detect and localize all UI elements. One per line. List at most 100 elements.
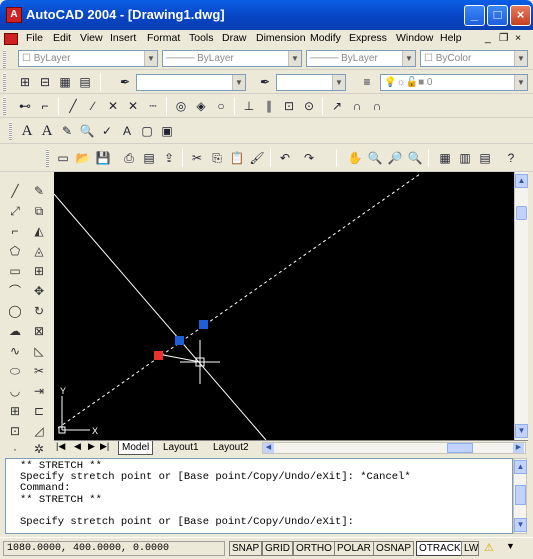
zoom-realtime-icon[interactable]: 🔍 [366,149,384,167]
scroll-up-icon[interactable]: ▲ [514,460,527,474]
selected-grip[interactable] [154,351,163,360]
vertical-scrollbar[interactable]: ▲ ▼ [514,172,528,440]
mtext-icon[interactable]: A [18,122,36,140]
snap-toggle[interactable]: SNAP [229,541,263,556]
toolbar-grip[interactable] [3,97,6,115]
snap-center-icon[interactable]: ◎ [172,97,190,115]
grip[interactable] [175,336,184,345]
text-style-icon[interactable]: ⊞ [16,73,34,91]
hscroll-thumb[interactable] [447,443,473,453]
extend-icon[interactable]: ⇥ [28,382,50,400]
close-button[interactable]: × [510,5,531,26]
open-icon[interactable]: 📂 [74,149,92,167]
zoom-window-icon[interactable]: 🔎 [386,149,404,167]
cut-icon[interactable]: ✂ [188,149,206,167]
layer-manager-icon[interactable]: ≡ [358,73,376,91]
menu-modify[interactable]: Modify [310,32,341,44]
otrack-toggle[interactable]: OTRACK [416,541,464,556]
coordinate-display[interactable]: 1080.0000, 400.0000, 0.0000 [3,541,225,556]
array-icon[interactable]: ⊞ [28,262,50,280]
lineweight-combo[interactable]: ──── ByLayer ▼ [306,50,416,67]
publish-icon[interactable]: ⇪ [160,149,178,167]
scroll-thumb[interactable] [516,206,527,220]
plot-icon[interactable]: ⎙ [120,149,138,167]
ellipse-icon[interactable]: ⬭ [4,362,26,380]
snap-node-icon[interactable]: ⊙ [300,97,318,115]
insert-block-icon[interactable]: ⊞ [4,402,26,420]
scroll-right-icon[interactable]: ▶ [513,443,524,453]
plot-style-icon[interactable]: ▤ [76,73,94,91]
scroll-down-icon[interactable]: ▼ [515,424,528,438]
copy-object-icon[interactable]: ⧉ [28,202,50,220]
toolbar-grip[interactable] [3,73,6,91]
linetype-combo[interactable]: ──── ByLayer ▼ [162,50,302,67]
doc-restore-icon[interactable]: ❐ [499,32,508,44]
paste-icon[interactable]: 📋 [228,149,246,167]
status-menu-icon[interactable]: ▼ [506,541,515,551]
snap-extension-icon[interactable]: ┄ [144,97,162,115]
revision-cloud-icon[interactable]: ☁ [4,322,26,340]
save-icon[interactable]: 💾 [94,149,112,167]
scroll-down-icon[interactable]: ▼ [514,518,527,532]
lwt-toggle[interactable]: LWT [461,541,479,556]
construction-line-icon[interactable]: ⤢ [4,202,26,220]
doc-close-icon[interactable]: × [515,32,521,44]
command-scrollbar[interactable]: ▲ ▼ [513,458,527,534]
menu-draw[interactable]: Draw [222,32,247,44]
single-text-icon[interactable]: A [38,122,56,140]
circle-icon[interactable]: ◯ [4,302,26,320]
dim-style-icon[interactable]: ⊟ [36,73,54,91]
menu-format[interactable]: Format [147,32,180,44]
point-icon[interactable]: · [4,440,26,458]
snap-intersection-icon[interactable]: ✕ [104,97,122,115]
menu-view[interactable]: View [80,32,103,44]
arc-icon[interactable]: ⌒ [4,282,26,300]
pen-icon[interactable]: ✒ [256,73,274,91]
maximize-button[interactable]: □ [487,5,508,26]
drawing-area[interactable]: Y X [54,172,514,440]
grip[interactable] [199,320,208,329]
toolbar-grip[interactable] [9,122,12,140]
snap-parallel-icon[interactable]: ∥ [260,97,278,115]
temp-track-icon[interactable]: ⊷ [16,97,34,115]
snap-apparent-icon[interactable]: ✕ [124,97,142,115]
snap-none-icon[interactable]: ∩ [348,97,366,115]
pen-icon[interactable]: ✒ [116,73,134,91]
menu-edit[interactable]: Edit [53,32,71,44]
spline-icon[interactable]: ∿ [4,342,26,360]
snap-from-icon[interactable]: ⌐ [36,97,54,115]
menu-tools[interactable]: Tools [189,32,214,44]
design-center-icon[interactable]: ▥ [456,149,474,167]
ortho-toggle[interactable]: ORTHO [293,541,335,556]
snap-midpoint-icon[interactable]: ∕ [84,97,102,115]
osnap-toggle[interactable]: OSNAP [373,541,415,556]
erase-icon[interactable]: ✎ [28,182,50,200]
document-icon[interactable] [4,33,18,45]
scroll-thumb[interactable] [515,485,526,505]
stretch-icon[interactable]: ◺ [28,342,50,360]
layer-combo[interactable]: ☐ ByLayer ▼ [18,50,158,67]
minimize-button[interactable]: _ [464,5,485,26]
tab-model[interactable]: Model [118,441,154,455]
tab-prev-icon[interactable]: ◀ [74,441,81,452]
osnap-settings-icon[interactable]: ∩ [368,97,386,115]
new-icon[interactable]: ▭ [54,149,72,167]
edit-text-icon[interactable]: ✎ [58,122,76,140]
scale-icon[interactable]: ⊠ [28,322,50,340]
redo-icon[interactable]: ↷ [300,149,318,167]
color-combo[interactable]: ☐ ByColor ▼ [420,50,528,67]
explode-icon[interactable]: ✲ [28,440,50,458]
polygon-icon[interactable]: ⬠ [4,242,26,260]
tab-first-icon[interactable]: |◀ [56,441,65,452]
autocad-app-icon[interactable]: A [6,7,22,23]
chamfer-icon[interactable]: ◿ [28,422,50,440]
table-style-icon[interactable]: ▦ [56,73,74,91]
grid-toggle[interactable]: GRID [262,541,293,556]
rectangle-icon[interactable]: ▭ [4,262,26,280]
communication-center-icon[interactable]: ⚠ [484,541,494,554]
help-icon[interactable]: ? [502,149,520,167]
ellipse-arc-icon[interactable]: ◡ [4,382,26,400]
doc-minimize-icon[interactable]: _ [485,32,491,44]
copy-icon[interactable]: ⎘ [208,149,226,167]
snap-endpoint-icon[interactable]: ╱ [64,97,82,115]
